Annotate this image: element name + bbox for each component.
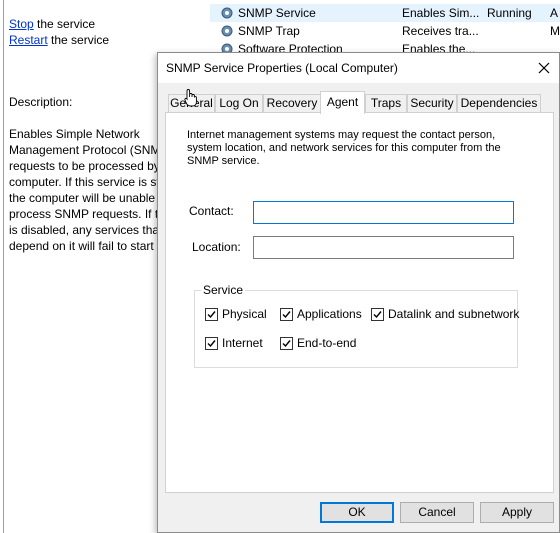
service-name: SNMP Service	[238, 6, 316, 20]
services-list: SNMP Service Enables Sim... Running A SN…	[210, 0, 560, 60]
checkbox-label: Internet	[222, 336, 263, 350]
agent-intro-text: Internet management systems may request …	[187, 129, 501, 167]
end-to-end-checkbox[interactable]: End-to-end	[280, 336, 360, 352]
location-field[interactable]	[253, 236, 514, 259]
properties-dialog: SNMP Service Properties (Local Computer)…	[157, 52, 560, 533]
contact-label: Contact:	[189, 204, 234, 218]
title-bar[interactable]: SNMP Service Properties (Local Computer)	[158, 53, 559, 83]
location-label: Location:	[192, 240, 241, 254]
checkbox-label: Physical	[222, 307, 267, 321]
pointer-cursor-icon	[184, 89, 197, 107]
checkmark-icon	[282, 340, 291, 348]
restart-suffix: the service	[47, 33, 110, 47]
datalink-checkbox[interactable]: Datalink and subnetwork	[371, 307, 519, 323]
service-startup: M	[550, 24, 560, 38]
tab-log-on[interactable]: Log On	[215, 94, 263, 113]
gear-icon	[221, 25, 233, 37]
physical-checkbox[interactable]: Physical	[205, 307, 275, 323]
internet-checkbox[interactable]: Internet	[205, 336, 275, 352]
checkbox-box[interactable]	[205, 308, 218, 321]
service-name: SNMP Trap	[238, 24, 300, 38]
agent-tab-panel: Internet management systems may request …	[165, 112, 554, 493]
service-startup: A	[550, 6, 559, 20]
service-status: Running	[487, 6, 532, 20]
service-group-label: Service	[201, 283, 246, 297]
ok-button[interactable]: OK	[320, 502, 394, 523]
service-description: Enables Sim...	[402, 6, 480, 20]
applications-checkbox[interactable]: Applications	[280, 307, 362, 323]
tab-traps[interactable]: Traps	[365, 94, 407, 113]
contact-field[interactable]	[253, 201, 514, 224]
gear-icon	[221, 7, 233, 19]
tab-recovery[interactable]: Recovery	[263, 94, 321, 113]
description-label: Description:	[9, 95, 73, 109]
stop-suffix: the service	[33, 17, 96, 31]
checkmark-icon	[207, 340, 216, 348]
checkbox-box[interactable]	[280, 308, 293, 321]
tab-agent[interactable]: Agent	[320, 91, 365, 114]
checkbox-label: End-to-end	[297, 336, 357, 350]
description-text: Enables Simple Network Management Protoc…	[9, 127, 165, 253]
service-description: Receives tra...	[402, 24, 479, 38]
service-row-snmp-service[interactable]: SNMP Service Enables Sim... Running A	[210, 4, 560, 22]
checkbox-box[interactable]	[205, 337, 218, 350]
checkbox-box[interactable]	[371, 308, 384, 321]
checkbox-label: Applications	[297, 307, 362, 321]
cancel-button[interactable]: Cancel	[400, 502, 474, 523]
tab-dependencies[interactable]: Dependencies	[457, 94, 541, 113]
description: Description: Enables Simple Network Mana…	[9, 78, 169, 270]
restart-link[interactable]: Restart	[9, 33, 48, 47]
checkmark-icon	[373, 311, 382, 319]
checkbox-box[interactable]	[280, 337, 293, 350]
tab-security[interactable]: Security	[407, 94, 457, 113]
dialog-title: SNMP Service Properties (Local Computer)	[166, 61, 398, 75]
service-group: Service Physical Applications Datalink a…	[194, 283, 519, 368]
stop-link[interactable]: Stop	[9, 17, 34, 31]
restart-action: Restart the service	[9, 33, 109, 47]
service-detail-pane: Stop the service Restart the service Des…	[0, 0, 170, 533]
stop-action: Stop the service	[9, 17, 95, 31]
checkmark-icon	[207, 311, 216, 319]
pane-divider	[3, 0, 4, 533]
checkmark-icon	[282, 311, 291, 319]
close-icon[interactable]	[533, 57, 555, 79]
apply-button[interactable]: Apply	[480, 502, 554, 523]
service-row-snmp-trap[interactable]: SNMP Trap Receives tra... M	[210, 22, 560, 40]
checkbox-label: Datalink and subnetwork	[388, 307, 520, 321]
